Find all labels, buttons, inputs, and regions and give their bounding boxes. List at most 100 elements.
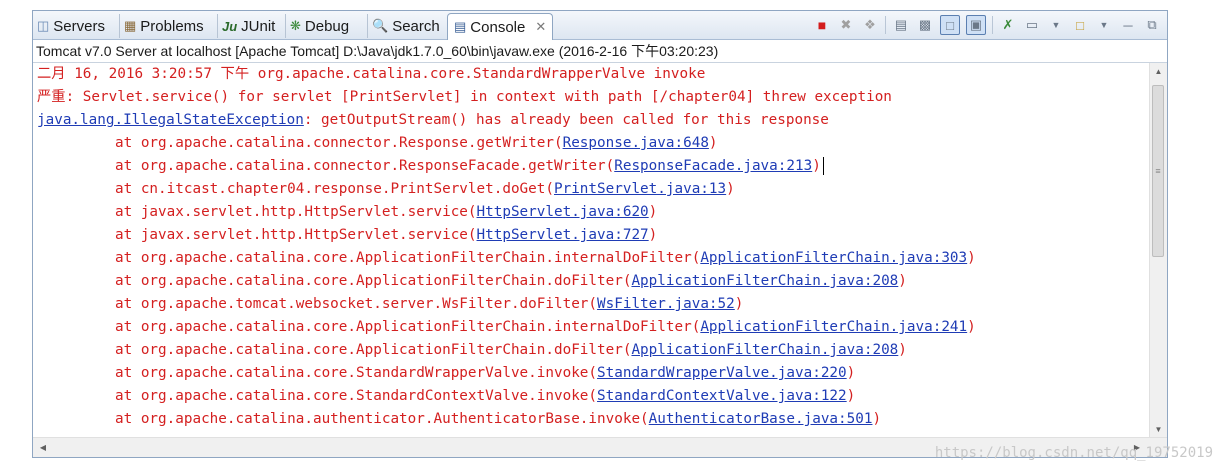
exception-message: : getOutputStream() has already been cal… (303, 112, 829, 128)
toolbar-separator (992, 16, 993, 34)
stack-text: at org.apache.catalina.connector.Respons… (115, 135, 563, 151)
source-link[interactable]: ApplicationFilterChain.java:208 (631, 273, 898, 289)
console-output[interactable]: 二月 16, 2016 3:20:57 下午 org.apache.catali… (33, 63, 1149, 437)
tab-problems-label: Problems (140, 17, 204, 35)
stack-text: ) (846, 365, 856, 381)
tab-debug-label: Debug (304, 17, 350, 35)
stack-line: at org.apache.catalina.connector.Respons… (33, 155, 1149, 178)
stack-text: at javax.servlet.http.HttpServlet.servic… (115, 204, 477, 220)
show-stderr-icon[interactable]: ▣ (966, 15, 986, 35)
stack-text: at org.apache.catalina.core.ApplicationF… (115, 250, 701, 266)
source-link[interactable]: AuthenticatorBase.java:501 (649, 411, 873, 427)
stack-line: at javax.servlet.http.HttpServlet.servic… (33, 224, 1149, 247)
tab-junit-label: JUnit (241, 17, 276, 35)
tab-search[interactable]: 🔍 Search (367, 14, 440, 38)
source-link[interactable]: PrintServlet.java:13 (554, 181, 726, 197)
debug-icon: ❋ (290, 18, 301, 33)
scroll-down-icon[interactable]: ▼ (1150, 421, 1167, 437)
tab-junit[interactable]: Ju JUnit (217, 14, 275, 38)
stack-text: ) (967, 319, 976, 335)
stack-line: at org.apache.tomcat.websocket.server.Ws… (33, 293, 1149, 316)
show-stdout-icon[interactable]: □ (940, 15, 960, 35)
stack-text: ) (967, 250, 976, 266)
stack-text: at org.apache.catalina.connector.Respons… (115, 158, 615, 174)
stack-text: at javax.servlet.http.HttpServlet.servic… (115, 227, 477, 243)
close-tab-icon[interactable]: ✕ (535, 19, 546, 35)
source-link[interactable]: HttpServlet.java:620 (477, 204, 649, 220)
stack-line: at org.apache.catalina.core.StandardCont… (33, 385, 1149, 408)
source-link[interactable]: StandardContextValve.java:122 (597, 388, 847, 404)
stack-text: at org.apache.catalina.core.StandardWrap… (115, 365, 598, 381)
dropdown-icon[interactable]: ▼ (1047, 16, 1065, 34)
scroll-thumb[interactable]: ≡ (1152, 85, 1164, 257)
source-link[interactable]: Response.java:648 (563, 135, 709, 151)
stack-text: at org.apache.catalina.authenticator.Aut… (115, 411, 649, 427)
stack-text: ) (846, 388, 856, 404)
servers-icon: ◫ (37, 18, 50, 33)
tab-console[interactable]: ▤ Console ✕ (447, 13, 554, 40)
tab-search-label: Search (392, 17, 440, 35)
stack-text: ) (898, 342, 907, 358)
stack-line: at org.apache.catalina.core.ApplicationF… (33, 339, 1149, 362)
toolbar-separator (885, 16, 886, 34)
scroll-lock-icon[interactable]: ▤ (892, 16, 910, 34)
tab-console-label: Console (470, 18, 526, 36)
stack-line: at org.apache.catalina.core.ApplicationF… (33, 316, 1149, 339)
remove-all-icon[interactable]: ❖ (861, 16, 879, 34)
source-link[interactable]: HttpServlet.java:727 (477, 227, 649, 243)
stack-text: ) (734, 296, 744, 312)
junit-icon: Ju (222, 18, 238, 34)
stack-line: at org.apache.catalina.core.ApplicationF… (33, 247, 1149, 270)
stack-line: at org.apache.catalina.core.StandardWrap… (33, 362, 1149, 385)
view-tab-bar: ◫ Servers ▦ Problems Ju JUnit ❋ Debug 🔍 … (33, 11, 1167, 40)
search-icon: 🔍 (372, 18, 389, 33)
stack-text: ) (648, 227, 658, 243)
source-link[interactable]: ApplicationFilterChain.java:208 (631, 342, 898, 358)
scroll-up-icon[interactable]: ▲ (1150, 63, 1167, 79)
pin-console-icon[interactable]: ✗ (999, 16, 1017, 34)
remove-launch-icon[interactable]: ✖ (837, 16, 855, 34)
tab-debug[interactable]: ❋ Debug (285, 14, 349, 38)
log-line: 严重: Servlet.service() for servlet [Print… (37, 89, 892, 105)
log-line: java.lang.IllegalStateException: getOutp… (33, 109, 1149, 132)
exception-link[interactable]: java.lang.IllegalStateException (37, 112, 304, 128)
stack-text: ) (726, 181, 735, 197)
stack-text: ) (812, 158, 821, 174)
watermark: https://blog.csdn.net/qq_19752019 (934, 445, 1213, 461)
terminate-icon[interactable]: ■ (813, 16, 831, 34)
tab-servers-label: Servers (53, 17, 105, 35)
tab-problems[interactable]: ▦ Problems (119, 14, 204, 38)
display-console-icon[interactable]: ▭ (1023, 16, 1041, 34)
source-link[interactable]: ResponseFacade.java:213 (614, 158, 812, 174)
source-link[interactable]: ApplicationFilterChain.java:303 (700, 250, 967, 266)
word-wrap-icon[interactable]: ▩ (916, 16, 934, 34)
log-line: 二月 16, 2016 3:20:57 下午 org.apache.catali… (37, 66, 706, 82)
stack-text: ) (648, 204, 658, 220)
dropdown-icon[interactable]: ▼ (1095, 16, 1113, 34)
vertical-scrollbar[interactable]: ▲ ≡ ▼ (1149, 63, 1167, 437)
maximize-icon[interactable]: ⧉ (1143, 16, 1161, 34)
stack-line: at javax.servlet.http.HttpServlet.servic… (33, 201, 1149, 224)
console-process-title: Tomcat v7.0 Server at localhost [Apache … (33, 40, 1167, 63)
stack-line: at cn.itcast.chapter04.response.PrintSer… (33, 178, 1149, 201)
stack-text: at org.apache.catalina.core.ApplicationF… (115, 273, 632, 289)
scroll-left-icon[interactable]: ◀ (35, 438, 51, 457)
source-link[interactable]: ApplicationFilterChain.java:241 (700, 319, 967, 335)
stack-text: ) (872, 411, 882, 427)
tab-servers[interactable]: ◫ Servers (37, 14, 105, 38)
stack-text: at org.apache.tomcat.websocket.server.Ws… (115, 296, 598, 312)
stack-text: at cn.itcast.chapter04.response.PrintSer… (115, 181, 554, 197)
open-console-icon[interactable]: □ (1071, 16, 1089, 34)
stack-text: ) (898, 273, 907, 289)
stack-line: at org.apache.catalina.connector.Respons… (33, 132, 1149, 155)
source-link[interactable]: WsFilter.java:52 (597, 296, 735, 312)
source-link[interactable]: StandardWrapperValve.java:220 (597, 365, 847, 381)
console-toolbar: ■ ✖ ❖ ▤ ▩ □ ▣ ✗ ▭ ▼ □ ▼ ─ ⧉ (813, 14, 1161, 36)
stack-text: ) (708, 135, 718, 151)
stack-text: at org.apache.catalina.core.ApplicationF… (115, 319, 701, 335)
minimize-icon[interactable]: ─ (1119, 16, 1137, 34)
text-caret (822, 157, 824, 175)
console-view: ◫ Servers ▦ Problems Ju JUnit ❋ Debug 🔍 … (32, 10, 1168, 458)
stack-text: at org.apache.catalina.core.StandardCont… (115, 388, 598, 404)
stack-line: at org.apache.catalina.core.ApplicationF… (33, 270, 1149, 293)
